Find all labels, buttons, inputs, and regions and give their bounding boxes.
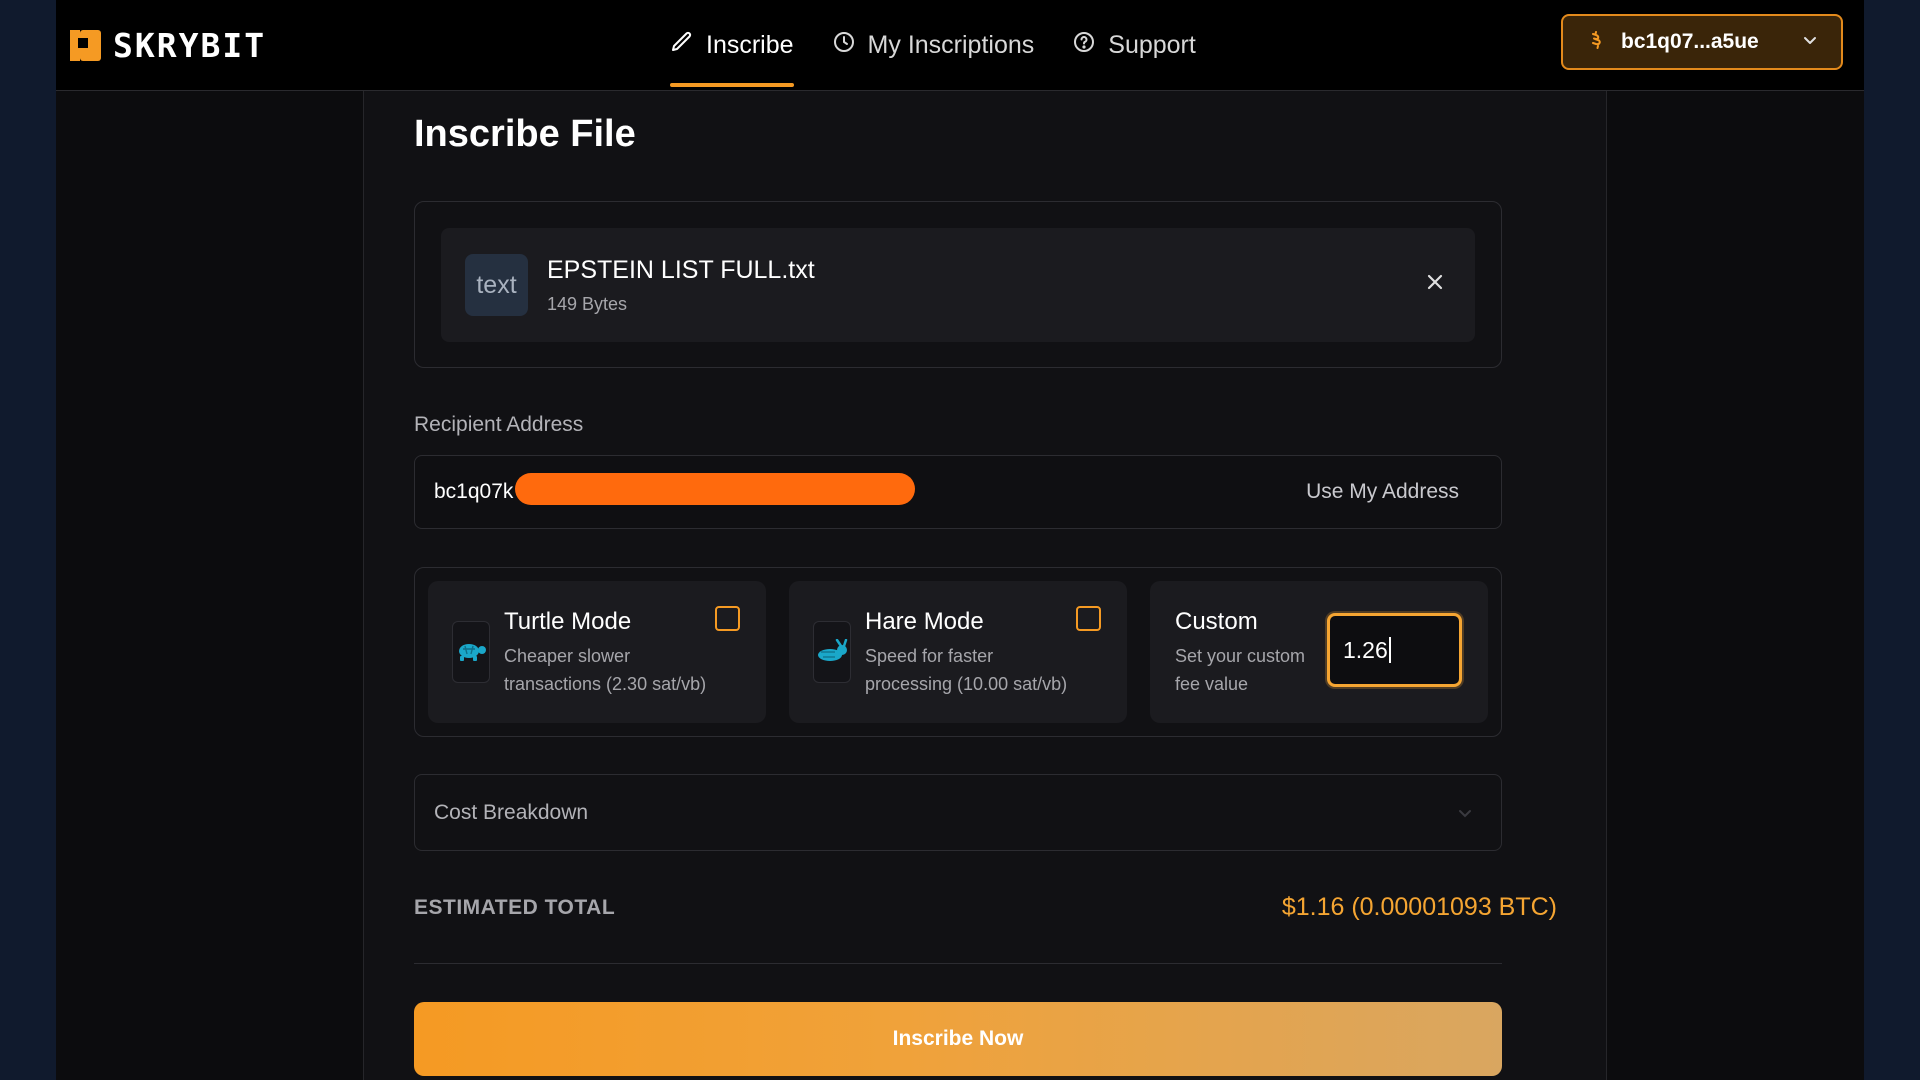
- redaction-overlay: [515, 473, 915, 505]
- nav-item-my-inscriptions[interactable]: My Inscriptions: [832, 0, 1035, 91]
- hare-icon: [813, 621, 851, 683]
- recipient-address-value: bc1q07k: [434, 480, 514, 503]
- file-name: EPSTEIN LIST FULL.txt: [547, 256, 815, 284]
- turtle-mode-title: Turtle Mode: [504, 608, 632, 635]
- bitcoin-icon: [1589, 30, 1605, 54]
- pencil-icon: [670, 30, 694, 61]
- cost-breakdown-label: Cost Breakdown: [434, 801, 589, 824]
- estimated-total-label: ESTIMATED TOTAL: [414, 896, 616, 919]
- recipient-address-label: Recipient Address: [414, 413, 584, 436]
- turtle-icon: [452, 621, 490, 683]
- top-navigation-bar: SKRYBIT Inscribe My Inscriptions Support…: [56, 0, 1864, 91]
- wallet-address: bc1q07...a5ue: [1621, 30, 1759, 53]
- nav-item-label: My Inscriptions: [867, 31, 1035, 59]
- custom-fee-value: 1.26: [1343, 636, 1388, 663]
- custom-fee-title: Custom: [1175, 608, 1258, 635]
- fee-option-hare[interactable]: Hare Mode Speed for faster processing (1…: [789, 581, 1127, 723]
- file-upload-area: text EPSTEIN LIST FULL.txt 149 Bytes: [414, 201, 1502, 368]
- brand-logo[interactable]: SKRYBIT: [70, 26, 266, 65]
- turtle-mode-description: Cheaper slower transactions (2.30 sat/vb…: [504, 646, 707, 694]
- nav-item-support[interactable]: Support: [1072, 0, 1196, 91]
- main-nav: Inscribe My Inscriptions Support: [670, 0, 1234, 91]
- text-caret: [1388, 637, 1391, 663]
- nav-item-label: Inscribe: [706, 31, 794, 59]
- custom-fee-description: Set your custom fee value: [1175, 646, 1306, 694]
- chevron-down-icon: [1457, 805, 1473, 826]
- recipient-address-input[interactable]: bc1q07k Use My Address: [414, 455, 1502, 529]
- file-size: 149 Bytes: [547, 294, 628, 314]
- page-title: Inscribe File: [414, 113, 636, 155]
- file-card: text EPSTEIN LIST FULL.txt 149 Bytes: [441, 228, 1475, 342]
- nav-item-inscribe[interactable]: Inscribe: [670, 0, 794, 91]
- wallet-button[interactable]: bc1q07...a5ue: [1561, 14, 1843, 70]
- use-my-address-button[interactable]: Use My Address: [1306, 480, 1459, 504]
- app-window: SKRYBIT Inscribe My Inscriptions Support…: [56, 0, 1864, 1080]
- inscribe-panel: Inscribe File text EPSTEIN LIST FULL.txt…: [363, 91, 1607, 1080]
- logo-mark-icon: [70, 30, 101, 61]
- fee-selector: Turtle Mode Cheaper slower transactions …: [414, 567, 1502, 737]
- hare-mode-checkbox[interactable]: [1076, 606, 1101, 631]
- nav-item-label: Support: [1108, 31, 1196, 59]
- fee-option-custom[interactable]: Custom Set your custom fee value 1.26: [1150, 581, 1488, 723]
- remove-file-button[interactable]: [1421, 270, 1449, 298]
- custom-fee-input[interactable]: 1.26: [1327, 613, 1462, 687]
- file-type-badge: text: [465, 254, 528, 316]
- turtle-mode-checkbox[interactable]: [715, 606, 740, 631]
- divider: [414, 963, 1502, 964]
- hare-mode-title: Hare Mode: [865, 608, 984, 635]
- help-circle-icon: [1072, 30, 1096, 61]
- hare-mode-description: Speed for faster processing (10.00 sat/v…: [865, 646, 1068, 694]
- cost-breakdown-toggle[interactable]: Cost Breakdown: [414, 774, 1502, 851]
- fee-option-turtle[interactable]: Turtle Mode Cheaper slower transactions …: [428, 581, 766, 723]
- clock-icon: [832, 30, 856, 61]
- close-icon: [1426, 273, 1444, 296]
- brand-name: SKRYBIT: [113, 26, 267, 65]
- chevron-down-icon: [1801, 31, 1819, 54]
- estimated-total-value: $1.16 (0.00001093 BTC): [1281, 893, 1557, 921]
- inscribe-now-button[interactable]: Inscribe Now: [414, 1002, 1502, 1076]
